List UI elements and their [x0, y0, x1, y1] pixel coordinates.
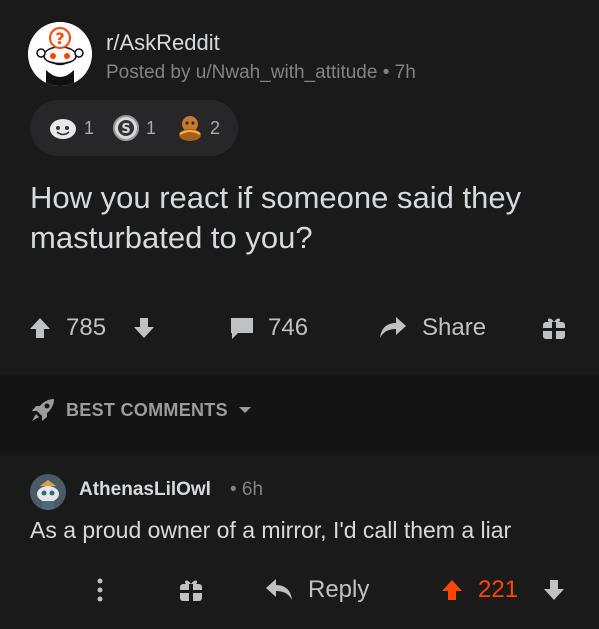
svg-text:S: S — [121, 122, 130, 137]
downvote-arrow-icon — [134, 318, 154, 338]
award-count: 2 — [210, 117, 221, 138]
post-actions-bar: 785 746 Share — [0, 308, 599, 348]
comment-sort-bar: BEST COMMENTS — [0, 375, 599, 455]
rocket-icon — [32, 399, 54, 421]
chevron-down-icon — [238, 407, 251, 413]
upvote-arrow-icon — [442, 580, 462, 600]
sort-label: BEST COMMENTS — [66, 399, 228, 420]
more-options-button[interactable] — [96, 570, 104, 610]
subreddit-avatar[interactable]: ? — [28, 22, 92, 86]
award-wholesome: 1 — [48, 100, 94, 156]
downvote-arrow-icon — [544, 580, 564, 600]
askreddit-logo-icon: ? — [28, 22, 92, 86]
comment-award-button[interactable] — [178, 570, 204, 610]
post-vote-count: 785 — [66, 314, 107, 341]
upvote-arrow-icon — [30, 318, 50, 338]
comment-vote-count: 221 — [478, 576, 519, 603]
post-meta[interactable]: Posted by u/Nwah_with_attitude • 7h — [106, 62, 416, 84]
award-count: 1 — [84, 117, 95, 138]
share-label: Share — [422, 314, 487, 341]
share-button[interactable]: Share — [378, 308, 486, 348]
comment-bubble-icon — [231, 318, 253, 339]
comment-card: AthenasLilOwl • 6h As a proud owner of a… — [0, 455, 599, 629]
comment-author[interactable]: AthenasLilOwl — [79, 479, 211, 501]
comments-button[interactable]: 746 — [228, 308, 308, 348]
gift-icon — [180, 580, 202, 601]
comment-time: • 6h — [230, 479, 264, 500]
awards-pill[interactable]: 1 S 1 2 — [30, 100, 238, 156]
wholesome-award-icon — [50, 119, 76, 139]
svg-text:?: ? — [55, 29, 64, 48]
comment-actions-bar: Reply 221 — [0, 570, 599, 610]
upvote-button[interactable] — [28, 308, 52, 348]
comment-count: 746 — [268, 314, 309, 341]
award-silver: S 1 — [112, 100, 156, 156]
downvote-button[interactable] — [132, 308, 156, 348]
comment-body: As a proud owner of a mirror, I'd call t… — [30, 517, 512, 543]
silver-award-icon: S — [113, 115, 139, 141]
more-vertical-icon — [97, 578, 103, 602]
sort-dropdown[interactable]: BEST COMMENTS — [30, 397, 252, 423]
award-hugz: 2 — [176, 100, 220, 156]
reply-button[interactable]: Reply — [264, 570, 369, 610]
comment-downvote-button[interactable] — [542, 570, 566, 610]
award-button[interactable] — [541, 308, 567, 348]
subreddit-name[interactable]: r/AskReddit — [106, 30, 220, 56]
award-count: 1 — [146, 117, 157, 138]
commenter-avatar[interactable] — [30, 474, 66, 510]
post-title[interactable]: How you react if someone said they mastu… — [30, 178, 580, 258]
post-card: ? r/AskReddit Posted by u/Nwah_with_atti… — [0, 0, 599, 375]
comment-upvote-button[interactable] — [440, 570, 464, 610]
hugz-award-icon — [179, 116, 201, 141]
reply-label: Reply — [308, 576, 370, 603]
gift-icon — [543, 318, 565, 339]
reply-arrow-icon — [266, 579, 292, 600]
snoo-avatar-icon — [30, 474, 66, 510]
share-arrow-icon — [380, 317, 406, 338]
